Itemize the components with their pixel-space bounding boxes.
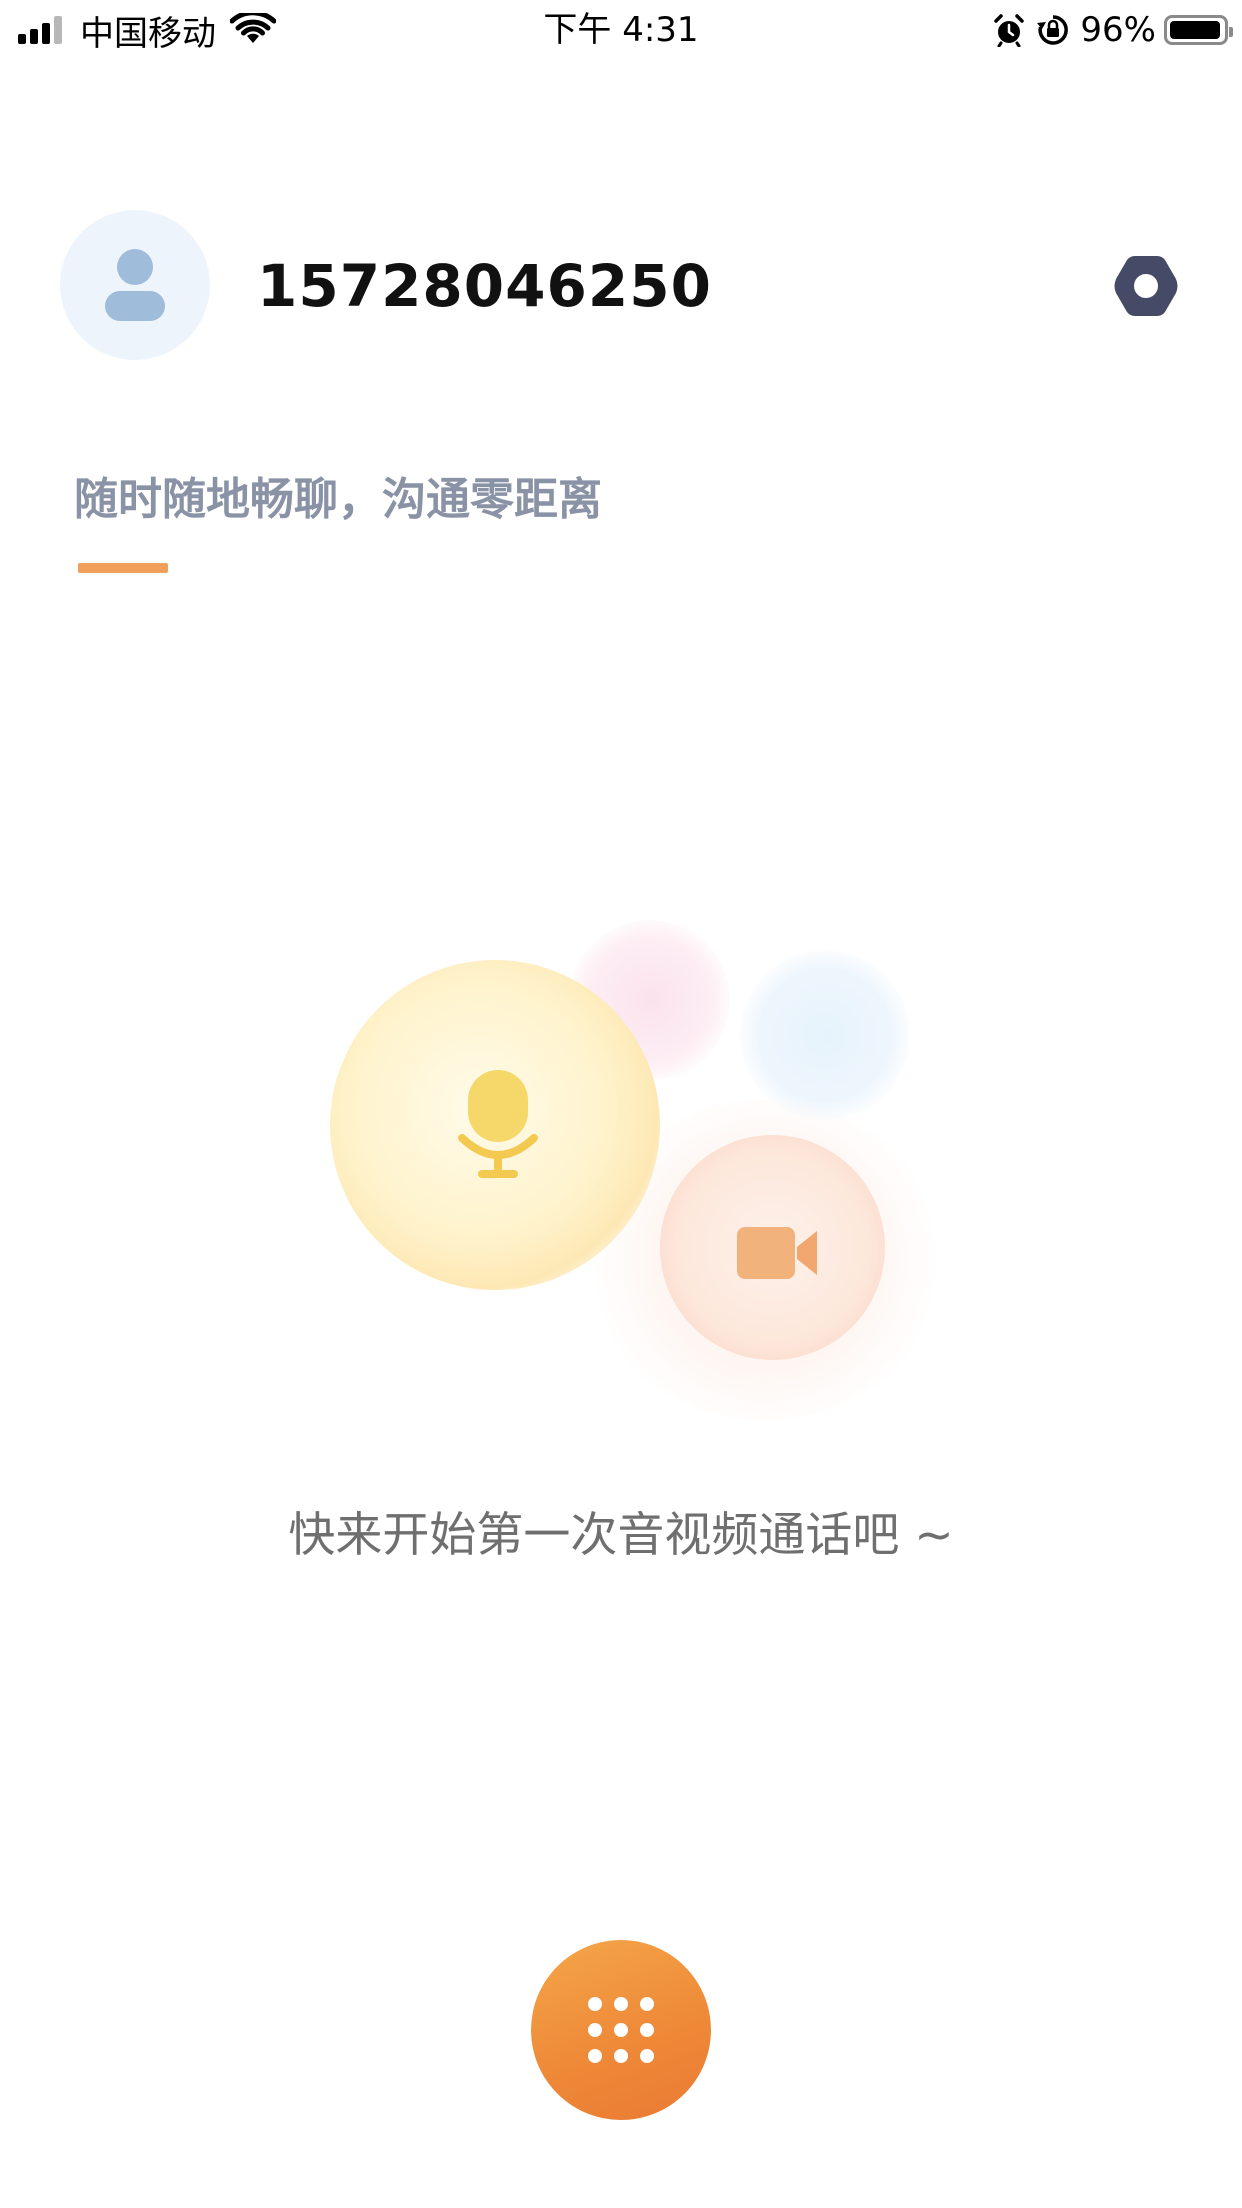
empty-state-illustration [320,900,945,1440]
app-screen: 中国移动 下午 4:31 96% 15728046250 随时随地畅聊，沟通零距… [0,0,1242,2208]
alarm-icon [994,14,1025,47]
avatar[interactable] [60,210,210,360]
tagline-underline [78,563,168,573]
dialpad-button[interactable] [531,1940,711,2120]
battery-percent: 96% [1080,10,1156,50]
battery-icon [1164,15,1233,45]
empty-state-message: 快来开始第一次音视频通话吧 ~ [288,1508,954,1563]
settings-button[interactable] [1110,250,1182,322]
user-phone-number: 15728046250 [257,252,712,320]
status-bar-right: 96% [992,8,1233,52]
tagline: 随时随地畅聊，沟通零距离 [74,474,602,525]
blue-bubble [740,950,910,1120]
microphone-icon [458,1070,538,1178]
person-icon [105,249,165,321]
orientation-lock-icon [1037,15,1069,45]
settings-icon [1114,256,1178,316]
status-bar: 中国移动 下午 4:31 96% [0,0,1242,60]
dialpad-icon [588,1997,654,2063]
video-camera-icon [737,1227,817,1279]
